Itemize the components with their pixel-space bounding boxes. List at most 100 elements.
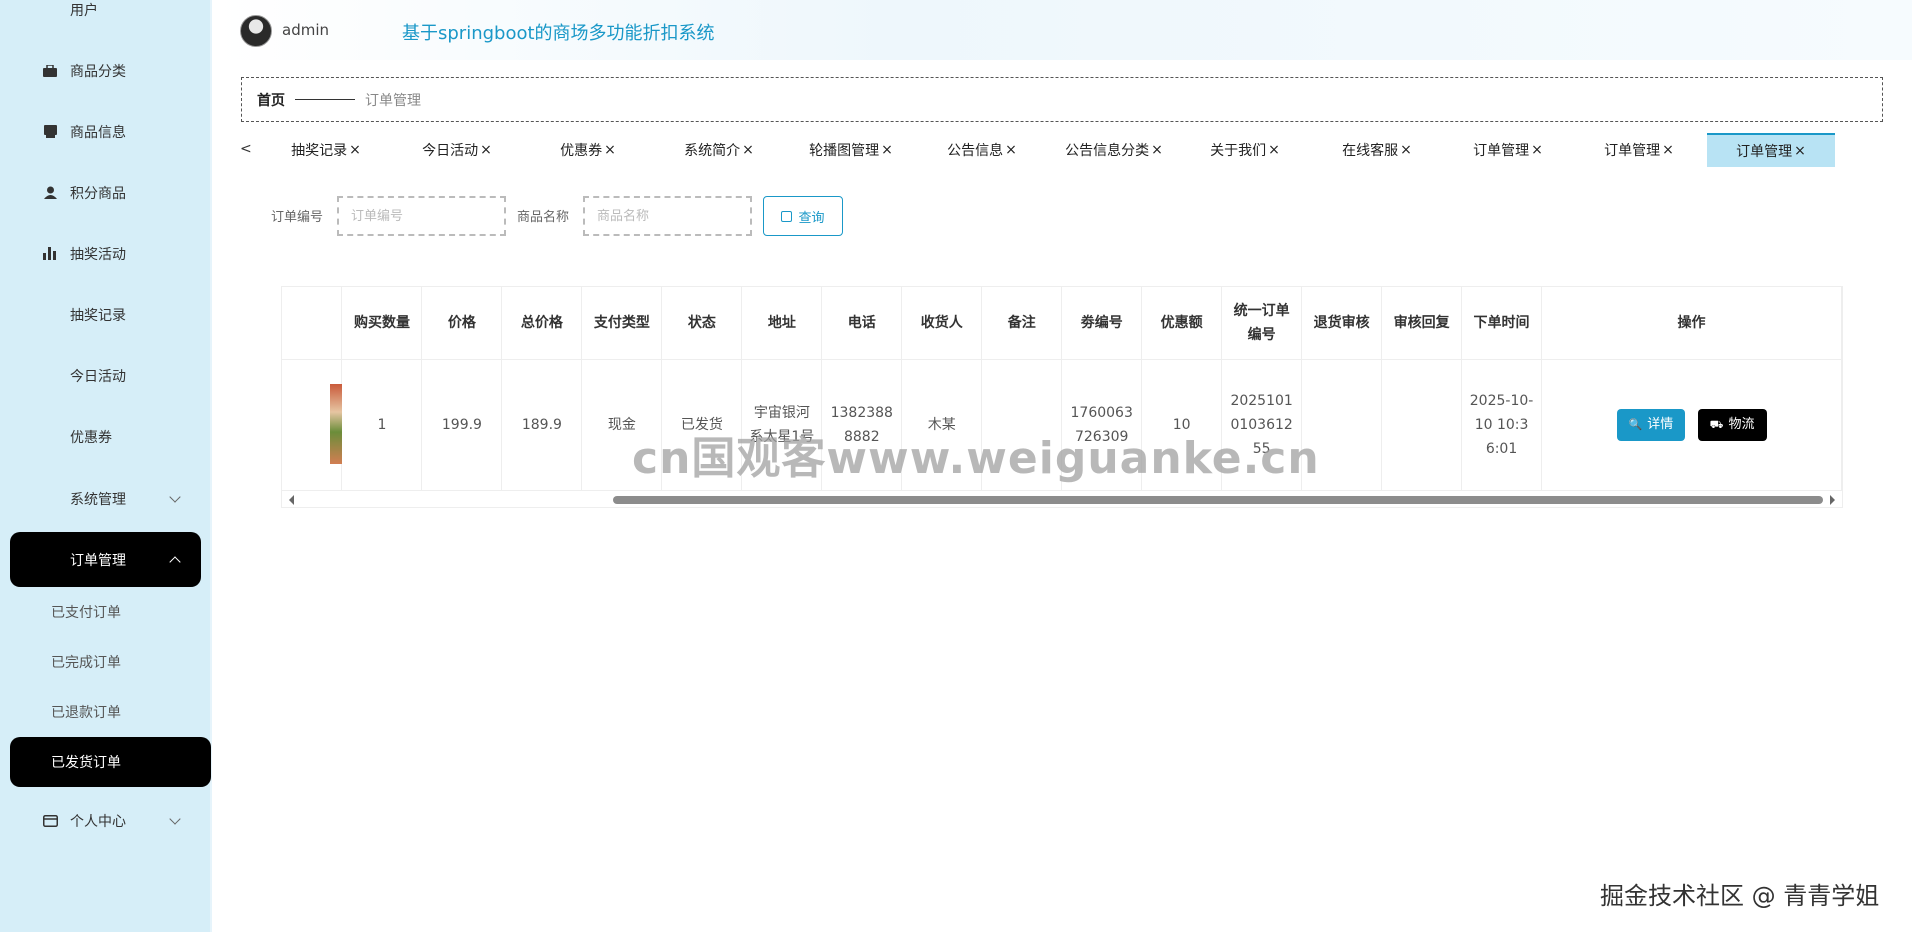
- close-icon[interactable]: ×: [1662, 142, 1674, 158]
- sidebar-subitem-paid-orders[interactable]: 已支付订单: [10, 587, 211, 637]
- sidebar-item-label: 抽奖活动: [70, 246, 126, 263]
- query-button-label: 查询: [798, 210, 825, 226]
- sidebar-item-product-category[interactable]: 商品分类: [10, 43, 201, 98]
- tab-item[interactable]: 订单管理 ×: [1707, 133, 1835, 167]
- column-header: 下单时间: [1461, 287, 1543, 360]
- column-header: 优惠额: [1141, 287, 1223, 360]
- horizontal-scrollbar[interactable]: [281, 493, 1843, 507]
- column-header: 支付类型: [581, 287, 663, 360]
- sidebar-item-lottery[interactable]: 抽奖活动: [10, 226, 201, 281]
- tab-item[interactable]: 关于我们 ×: [1181, 133, 1309, 167]
- truck-icon: ⛟: [1709, 417, 1724, 431]
- close-icon[interactable]: ×: [1794, 143, 1806, 159]
- product-thumbnail: [330, 383, 342, 464]
- product-image-cell: [282, 359, 343, 491]
- column-header: 备注: [981, 287, 1063, 360]
- tab-label: 订单管理: [1736, 144, 1793, 160]
- sidebar-subitem-label: 已完成订单: [51, 655, 121, 671]
- tab-item[interactable]: 在线客服 ×: [1313, 133, 1441, 167]
- tab-item[interactable]: 订单管理 ×: [1575, 133, 1703, 167]
- book-icon: [42, 124, 58, 140]
- sidebar-item-today-activity[interactable]: 今日活动: [10, 348, 201, 403]
- order-no-input[interactable]: [337, 196, 506, 236]
- close-icon[interactable]: ×: [1268, 142, 1280, 158]
- sidebar-item-system-management[interactable]: 系统管理: [10, 471, 201, 526]
- column-header: 收货人: [901, 287, 983, 360]
- scroll-right-arrow-icon[interactable]: [1830, 495, 1835, 505]
- close-icon[interactable]: ×: [742, 142, 754, 158]
- cell-order-time: 2025-10-10 10:36:01: [1461, 359, 1543, 491]
- detail-button[interactable]: 🔍 详情: [1616, 408, 1686, 441]
- sidebar-item-coupon[interactable]: 优惠券: [10, 409, 201, 464]
- tab-item[interactable]: 订单管理 ×: [1444, 133, 1572, 167]
- tab-scroll-left-icon[interactable]: <: [240, 141, 252, 157]
- breadcrumb-home[interactable]: 首页: [257, 90, 285, 110]
- briefcase-icon: [42, 63, 58, 79]
- sidebar-item-label: 积分商品: [70, 185, 126, 202]
- tab-bar: < 抽奖记录 × 今日活动 × 优惠券 × 系统简介 × 轮播图管理 × 公告信息 × 公告信息分类 × 关…: [240, 131, 1912, 171]
- tab-label: 公告信息: [947, 143, 1004, 159]
- close-icon[interactable]: ×: [881, 142, 893, 158]
- logistics-button[interactable]: ⛟ 物流: [1697, 408, 1767, 441]
- sidebar-subitem-refunded-orders[interactable]: 已退款订单: [10, 687, 211, 737]
- column-header: 劵编号: [1061, 287, 1143, 360]
- scrollbar-thumb[interactable]: [613, 496, 1823, 504]
- sidebar-item-users[interactable]: 用户: [10, 0, 201, 37]
- tab-item[interactable]: 今日活动 ×: [393, 133, 521, 167]
- product-name-input[interactable]: [583, 196, 752, 236]
- table-header-row: 购买数量 价格 总价格 支付类型 状态 地址 电话 收货人 备注 劵编号 优惠额…: [282, 287, 1842, 360]
- tab-item[interactable]: 轮播图管理 ×: [787, 133, 915, 167]
- username: admin: [282, 21, 329, 39]
- system-title: 基于springboot的商场多功能折扣系统: [402, 23, 715, 44]
- close-icon[interactable]: ×: [1400, 142, 1412, 158]
- search-icon: 🔍: [1628, 417, 1643, 431]
- bar-chart-icon: [42, 246, 58, 262]
- sidebar-subitem-shipped-orders[interactable]: 已发货订单: [10, 737, 211, 787]
- close-icon[interactable]: ×: [1151, 142, 1163, 158]
- close-icon[interactable]: ×: [1005, 142, 1017, 158]
- avatar[interactable]: [240, 15, 272, 47]
- close-icon[interactable]: ×: [1531, 142, 1543, 158]
- top-header: admin 基于springboot的商场多功能折扣系统: [214, 0, 1912, 60]
- search-icon: [781, 210, 793, 222]
- sidebar-item-personal-center[interactable]: 个人中心: [10, 793, 201, 848]
- sidebar-item-product-info[interactable]: 商品信息: [10, 104, 201, 159]
- sidebar-item-label: 个人中心: [70, 813, 126, 830]
- breadcrumb-separator: [295, 99, 355, 100]
- tab-label: 抽奖记录: [291, 143, 348, 159]
- tab-item[interactable]: 抽奖记录 ×: [262, 133, 390, 167]
- tab-item[interactable]: 公告信息 ×: [918, 133, 1046, 167]
- column-header: 操作: [1541, 287, 1842, 360]
- tab-item[interactable]: 系统简介 ×: [655, 133, 783, 167]
- query-button[interactable]: 查询: [763, 196, 843, 236]
- column-header: 购买数量: [341, 287, 423, 360]
- order-no-label: 订单编号: [271, 210, 324, 225]
- sidebar-item-order-management[interactable]: 订单管理: [10, 532, 201, 587]
- sidebar-subitem-label: 已支付订单: [51, 605, 121, 621]
- watermark-center: cn国观客www.weiguanke.cn: [632, 433, 1320, 484]
- grid-icon: [42, 552, 58, 568]
- close-icon[interactable]: ×: [349, 142, 361, 158]
- sidebar-item-lottery-record[interactable]: 抽奖记录: [10, 287, 201, 342]
- sidebar-item-points-product[interactable]: 积分商品: [10, 165, 201, 220]
- tab-label: 关于我们: [1210, 143, 1267, 159]
- sidebar-item-label: 用户: [70, 2, 98, 19]
- detail-button-label: 详情: [1647, 416, 1674, 432]
- logistics-button-label: 物流: [1728, 416, 1755, 432]
- tab-item[interactable]: 公告信息分类 ×: [1050, 133, 1178, 167]
- sidebar-item-label: 商品分类: [70, 63, 126, 80]
- close-icon[interactable]: ×: [480, 142, 492, 158]
- column-header: 退货审核: [1301, 287, 1383, 360]
- sidebar-item-label: 商品信息: [70, 124, 126, 141]
- column-header: 状态: [661, 287, 743, 360]
- close-icon[interactable]: ×: [604, 142, 616, 158]
- breadcrumb-current: 订单管理: [365, 92, 421, 109]
- scroll-left-arrow-icon[interactable]: [289, 495, 294, 505]
- sidebar-subitem-completed-orders[interactable]: 已完成订单: [10, 637, 211, 687]
- sidebar-item-label: 优惠券: [70, 429, 112, 446]
- card-icon: [42, 813, 58, 829]
- sidebar-item-label: 今日活动: [70, 368, 126, 385]
- tab-item[interactable]: 优惠券 ×: [524, 133, 652, 167]
- cell-total: 189.9: [501, 359, 583, 491]
- breadcrumb: 首页 订单管理: [241, 77, 1883, 122]
